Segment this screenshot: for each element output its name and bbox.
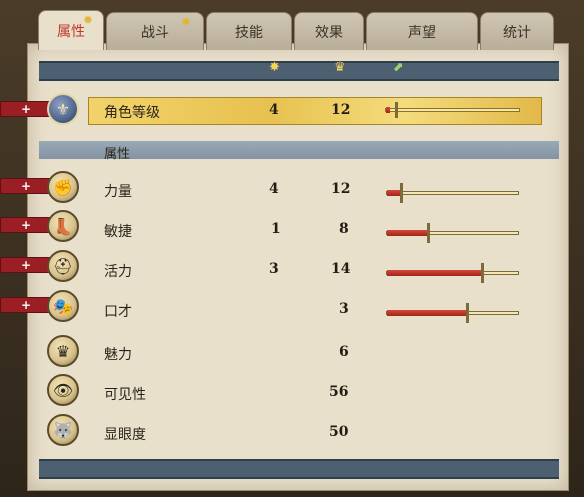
vitality-slider[interactable] [386,263,519,283]
level-progress-bar [385,102,520,118]
attribute-total: 50 [329,424,349,440]
attribute-name: 魅力 [104,347,132,363]
eloquence-slider[interactable] [386,303,519,323]
level-label: 角色等级 [104,105,160,121]
increase-eloquence-button[interactable]: + [0,297,52,313]
fleur-de-lis-icon: ⚜ [47,93,79,125]
slider-fill [387,270,483,276]
plus-label: + [20,179,32,193]
attribute-total: 12 [331,181,351,197]
attribute-name: 活力 [104,264,132,280]
attribute-total: 14 [331,261,351,277]
footer-band [39,459,559,479]
increase-vitality-button[interactable]: + [0,257,52,273]
slider-knob[interactable] [427,223,430,243]
attribute-base: 4 [269,181,279,197]
slider-knob[interactable] [400,183,403,203]
tab-label: 技能 [235,24,263,41]
tab-effects[interactable]: 效果 [294,12,364,50]
slider-knob[interactable] [466,303,469,323]
plus-label: + [20,298,32,312]
increase-agility-button[interactable]: + [0,217,52,233]
tab-statistics[interactable]: 统计 [480,12,554,50]
level-progress-fill [386,107,390,113]
attribute-total: 8 [339,221,349,237]
slider-fill [387,310,467,316]
tab-label: 统计 [503,24,531,41]
new-star-icon: ✸ [82,13,93,27]
attribute-base: 3 [269,261,279,277]
tab-combat[interactable]: 战斗 ✸ [106,12,204,50]
tab-label: 效果 [315,24,343,41]
level-total: 12 [331,102,351,118]
level-progress-knob [395,102,398,118]
new-star-icon: ✸ [180,15,191,29]
attribute-name: 显眼度 [104,427,146,443]
strength-slider[interactable] [386,183,519,203]
attribute-name: 口才 [104,304,132,320]
wolf-icon: 🐺 [47,414,79,446]
eye-icon: 👁 [47,374,79,406]
slider-knob[interactable] [481,263,484,283]
attribute-name: 敏捷 [104,224,132,240]
slider-fill [387,190,401,196]
tab-label: 战斗 [141,24,169,41]
attribute-total: 56 [329,384,349,400]
crown-icon: ♛ [47,335,79,367]
star-icon: ✸ [269,60,280,75]
boot-icon: 👢 [47,210,79,242]
header-band [39,61,559,81]
helmet-icon: ⛑ [47,250,79,282]
mask-icon: 🎭 [47,290,79,322]
section-title: 属性 [104,147,131,162]
tab-label: 声望 [408,24,436,41]
attribute-base: 1 [271,221,281,237]
plus-label: + [20,102,32,116]
level-up-button[interactable]: + [0,101,52,117]
tab-attributes[interactable]: 属性 ✸ [38,10,104,50]
tab-skills[interactable]: 技能 [206,12,292,50]
attribute-total: 6 [339,344,349,360]
up-arrow-icon: ⬈ [393,60,404,75]
tab-reputation[interactable]: 声望 [366,12,478,50]
agility-slider[interactable] [386,223,519,243]
attribute-name: 可见性 [104,387,146,403]
crown-icon: ♛ [334,60,346,75]
level-value: 4 [269,102,279,118]
attribute-name: 力量 [104,184,132,200]
plus-label: + [20,258,32,272]
increase-strength-button[interactable]: + [0,178,52,194]
plus-label: + [20,218,32,232]
slider-fill [387,230,428,236]
tab-label: 属性 [57,23,85,40]
fist-icon: ✊ [47,171,79,203]
attribute-total: 3 [339,301,349,317]
